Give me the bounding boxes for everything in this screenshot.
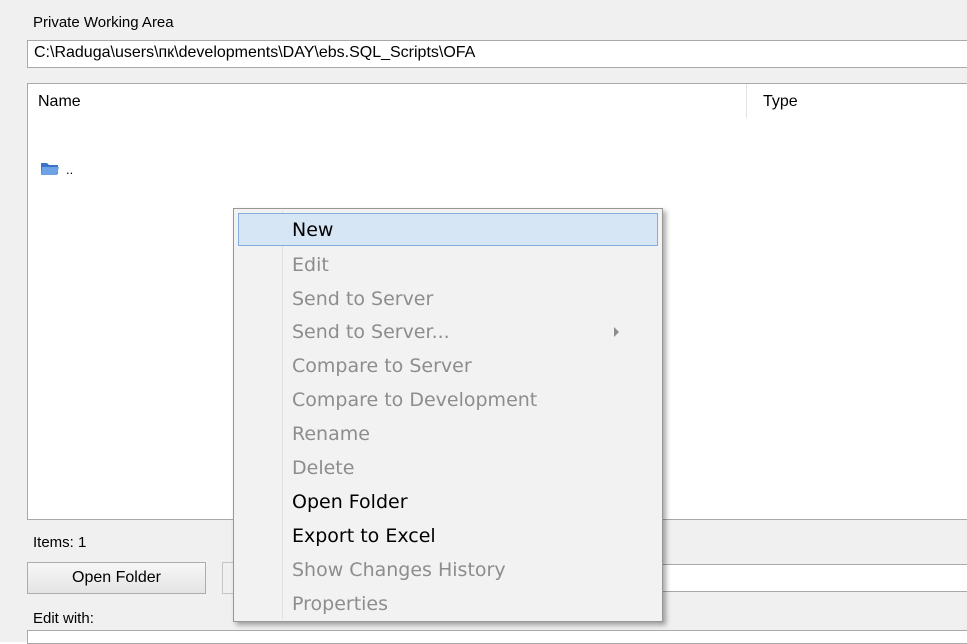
list-item-parent[interactable]: .. xyxy=(28,120,728,177)
menu-item-edit: Edit xyxy=(292,254,329,276)
column-header-name[interactable]: Name xyxy=(38,84,81,118)
menu-item-new[interactable]: New xyxy=(238,213,658,246)
menu-item-properties: Properties xyxy=(292,593,389,615)
column-header-type[interactable]: Type xyxy=(763,84,798,118)
secondary-field[interactable] xyxy=(662,564,967,592)
menu-item-send-to-server-submenu: Send to Server... xyxy=(238,315,658,348)
menu-item-compare-to-server: Compare to Server xyxy=(292,355,472,377)
menu-item-rename: Rename xyxy=(292,423,370,445)
context-menu: New Edit Send to Server Send to Server..… xyxy=(233,208,663,622)
list-item-label: .. xyxy=(66,162,74,177)
menu-item-label: Send to Server... xyxy=(292,321,450,343)
path-field[interactable]: C:\Raduga\users\пк\developments\DAY\ebs.… xyxy=(27,40,967,68)
section-title: Private Working Area xyxy=(33,14,174,31)
folder-up-icon xyxy=(40,160,60,176)
edit-with-label: Edit with: xyxy=(33,610,94,627)
menu-item-show-changes-history: Show Changes History xyxy=(292,559,506,581)
menu-item-open-folder[interactable]: Open Folder xyxy=(238,485,658,518)
open-folder-button[interactable]: Open Folder xyxy=(27,562,206,594)
private-working-area-panel: Private Working Area C:\Raduga\users\пк\… xyxy=(0,0,967,644)
menu-item-delete: Delete xyxy=(292,457,355,479)
column-separator[interactable] xyxy=(746,84,747,118)
menu-item-compare-to-development: Compare to Development xyxy=(292,389,538,411)
menu-item-send-to-server: Send to Server xyxy=(292,288,434,310)
items-count: Items: 1 xyxy=(33,534,87,551)
chevron-right-icon xyxy=(614,327,619,337)
menu-item-export-to-excel[interactable]: Export to Excel xyxy=(238,519,658,552)
